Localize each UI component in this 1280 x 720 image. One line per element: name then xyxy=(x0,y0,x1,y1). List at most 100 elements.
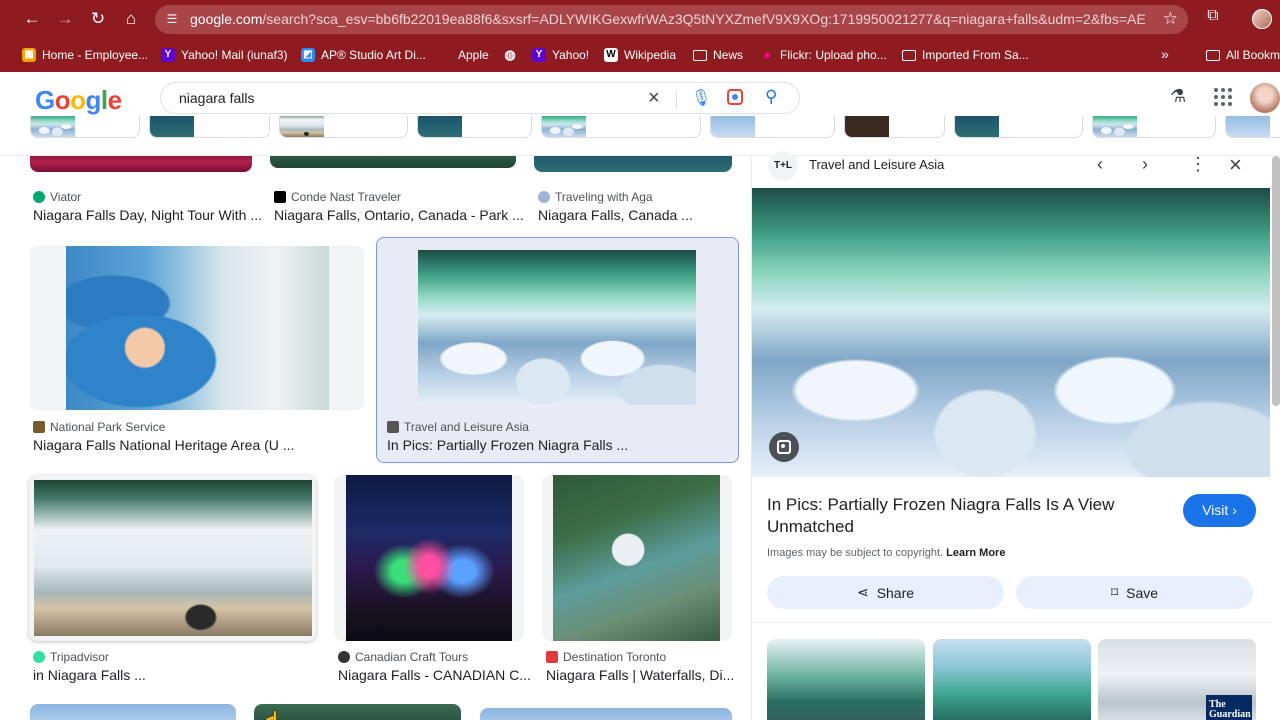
result-image-travel-leisure[interactable] xyxy=(418,250,696,405)
result-source[interactable]: National Park Service xyxy=(33,420,165,434)
related-image[interactable] xyxy=(767,639,925,720)
result-title[interactable]: In Pics: Partially Frozen Niagra Falls .… xyxy=(387,437,628,453)
preview-title[interactable]: In Pics: Partially Frozen Niagra Falls I… xyxy=(767,494,1127,538)
save-button[interactable]: ⌑ Save xyxy=(1016,576,1253,609)
account-avatar[interactable] xyxy=(1250,83,1280,113)
related-chip[interactable] xyxy=(417,116,532,138)
chevron-right-icon[interactable]: › xyxy=(1142,154,1148,175)
related-chip[interactable] xyxy=(954,116,1083,138)
result-source[interactable]: Traveling with Aga xyxy=(538,190,653,204)
scrollbar[interactable] xyxy=(1272,156,1280,406)
close-icon[interactable]: × xyxy=(1229,152,1242,178)
guardian-logo: The Guardian xyxy=(1206,695,1252,720)
result-image-nps[interactable] xyxy=(66,246,329,410)
result-title[interactable]: Niagara Falls Day, Night Tour With ... xyxy=(33,207,262,223)
result-image[interactable] xyxy=(480,708,732,720)
lens-search-icon[interactable] xyxy=(769,432,799,462)
related-chip[interactable] xyxy=(710,116,835,138)
related-chip[interactable] xyxy=(279,116,408,138)
result-image[interactable] xyxy=(254,704,461,720)
microphone-icon[interactable]: 🎙 xyxy=(691,88,711,108)
bookmark-label: Apple xyxy=(458,48,489,62)
result-title[interactable]: in Niagara Falls ... xyxy=(33,667,146,683)
bookmark-yahoo-mail[interactable]: Y Yahoo! Mail (iunaf3) xyxy=(161,46,288,64)
related-chip[interactable] xyxy=(30,116,140,138)
back-arrow-icon[interactable]: ← xyxy=(20,7,44,31)
source-label: Conde Nast Traveler xyxy=(291,190,402,204)
related-image[interactable] xyxy=(933,639,1091,720)
result-source[interactable]: Viator xyxy=(33,190,81,204)
related-chip[interactable] xyxy=(149,116,270,138)
bookmark-apple[interactable]: Apple xyxy=(438,46,489,64)
search-icon[interactable]: ⚲ xyxy=(765,87,777,107)
extensions-icon[interactable]: ⧉ xyxy=(1202,7,1224,29)
result-image-craft-tours[interactable] xyxy=(346,475,512,641)
labs-flask-icon[interactable]: ⚗ xyxy=(1170,86,1186,107)
bookmark-ap-studio-art[interactable]: ◩ AP® Studio Art Di... xyxy=(301,46,426,64)
result-image-destination-toronto[interactable] xyxy=(553,475,720,641)
google-lens-icon[interactable] xyxy=(727,89,743,105)
save-label: Save xyxy=(1126,584,1159,601)
site-logo[interactable]: T+L xyxy=(768,151,798,181)
result-image-tripadvisor[interactable] xyxy=(34,480,312,636)
result-card-tripadvisor[interactable] xyxy=(29,475,316,641)
related-image[interactable]: The Guardian xyxy=(1098,639,1256,720)
site-name[interactable]: Travel and Leisure Asia xyxy=(809,157,944,172)
bookmark-label: Yahoo! Mail (iunaf3) xyxy=(181,48,288,62)
related-chip[interactable] xyxy=(1225,116,1280,138)
preview-image[interactable] xyxy=(752,188,1270,477)
result-image-viator[interactable] xyxy=(30,156,252,172)
forward-arrow-icon[interactable]: → xyxy=(53,7,77,31)
chip-thumbnail xyxy=(955,116,999,137)
bookmark-imported[interactable]: Imported From Sa... xyxy=(902,46,1029,64)
chevron-left-icon[interactable]: ‹ xyxy=(1097,154,1103,175)
reload-icon[interactable]: ↻ xyxy=(86,7,110,31)
result-image[interactable] xyxy=(30,704,236,720)
bookmark-globe[interactable]: ◍ xyxy=(503,46,517,64)
bookmark-yahoo[interactable]: Y Yahoo! xyxy=(532,46,589,64)
result-source[interactable]: Conde Nast Traveler xyxy=(274,190,401,204)
bookmark-news[interactable]: News xyxy=(693,46,743,64)
site-info-icon[interactable]: ☰ xyxy=(163,10,181,28)
google-logo[interactable]: Google xyxy=(35,85,122,116)
result-card-destination-toronto[interactable] xyxy=(542,475,732,641)
home-icon[interactable]: ⌂ xyxy=(119,7,143,31)
clear-icon[interactable]: × xyxy=(648,87,660,110)
related-chip[interactable] xyxy=(844,116,945,138)
profile-icon[interactable] xyxy=(1252,9,1272,29)
result-source[interactable]: Tripadvisor xyxy=(33,650,109,664)
result-source[interactable]: Destination Toronto xyxy=(546,650,666,664)
result-title[interactable]: Niagara Falls, Ontario, Canada - Park ..… xyxy=(274,207,524,223)
more-vert-icon[interactable]: ⋮ xyxy=(1189,154,1207,175)
mouse-cursor-icon: ☝ xyxy=(262,710,282,720)
share-button[interactable]: ⋖ Share xyxy=(767,576,1004,609)
conde-nast-favicon-icon xyxy=(274,191,286,203)
result-title[interactable]: Niagara Falls - CANADIAN C... xyxy=(338,667,531,683)
result-title[interactable]: Niagara Falls | Waterfalls, Di... xyxy=(546,667,734,683)
apple-icon xyxy=(438,48,452,62)
result-title[interactable]: Niagara Falls National Heritage Area (U … xyxy=(33,437,294,453)
result-source[interactable]: Canadian Craft Tours xyxy=(338,650,468,664)
bookmark-home-employee[interactable]: ▦ Home - Employee... xyxy=(22,46,148,64)
address-bar[interactable]: ☰ google.com/search?sca_esv=bb6fb22019ea… xyxy=(155,5,1188,34)
related-chip[interactable] xyxy=(1092,116,1216,138)
share-icon: ⋖ xyxy=(856,584,869,600)
result-image-traveling-aga[interactable] xyxy=(534,156,732,172)
bookmarks-overflow-icon[interactable]: » xyxy=(1161,46,1169,62)
bookmark-all-bookmarks[interactable]: All Bookm xyxy=(1206,46,1280,64)
search-input[interactable] xyxy=(179,90,629,106)
bookmark-wikipedia[interactable]: W Wikipedia xyxy=(604,46,676,64)
result-source[interactable]: Travel and Leisure Asia xyxy=(387,420,529,434)
result-card-nps[interactable] xyxy=(30,246,364,410)
url-text[interactable]: google.com/search?sca_esv=bb6fb22019ea88… xyxy=(190,11,1145,27)
bookmark-star-icon[interactable]: ☆ xyxy=(1163,9,1178,29)
apps-grid-icon[interactable] xyxy=(1214,88,1232,106)
visit-button[interactable]: Visit › xyxy=(1183,494,1256,527)
result-image-conde-nast[interactable] xyxy=(270,156,516,168)
related-chip[interactable] xyxy=(541,116,701,138)
learn-more-link[interactable]: Learn More xyxy=(946,547,1005,559)
bookmark-flickr[interactable]: ● Flickr: Upload pho... xyxy=(760,46,887,64)
result-card-craft-tours[interactable] xyxy=(334,475,524,641)
result-title[interactable]: Niagara Falls, Canada ... xyxy=(538,207,693,223)
logo-letter: o xyxy=(70,85,86,115)
